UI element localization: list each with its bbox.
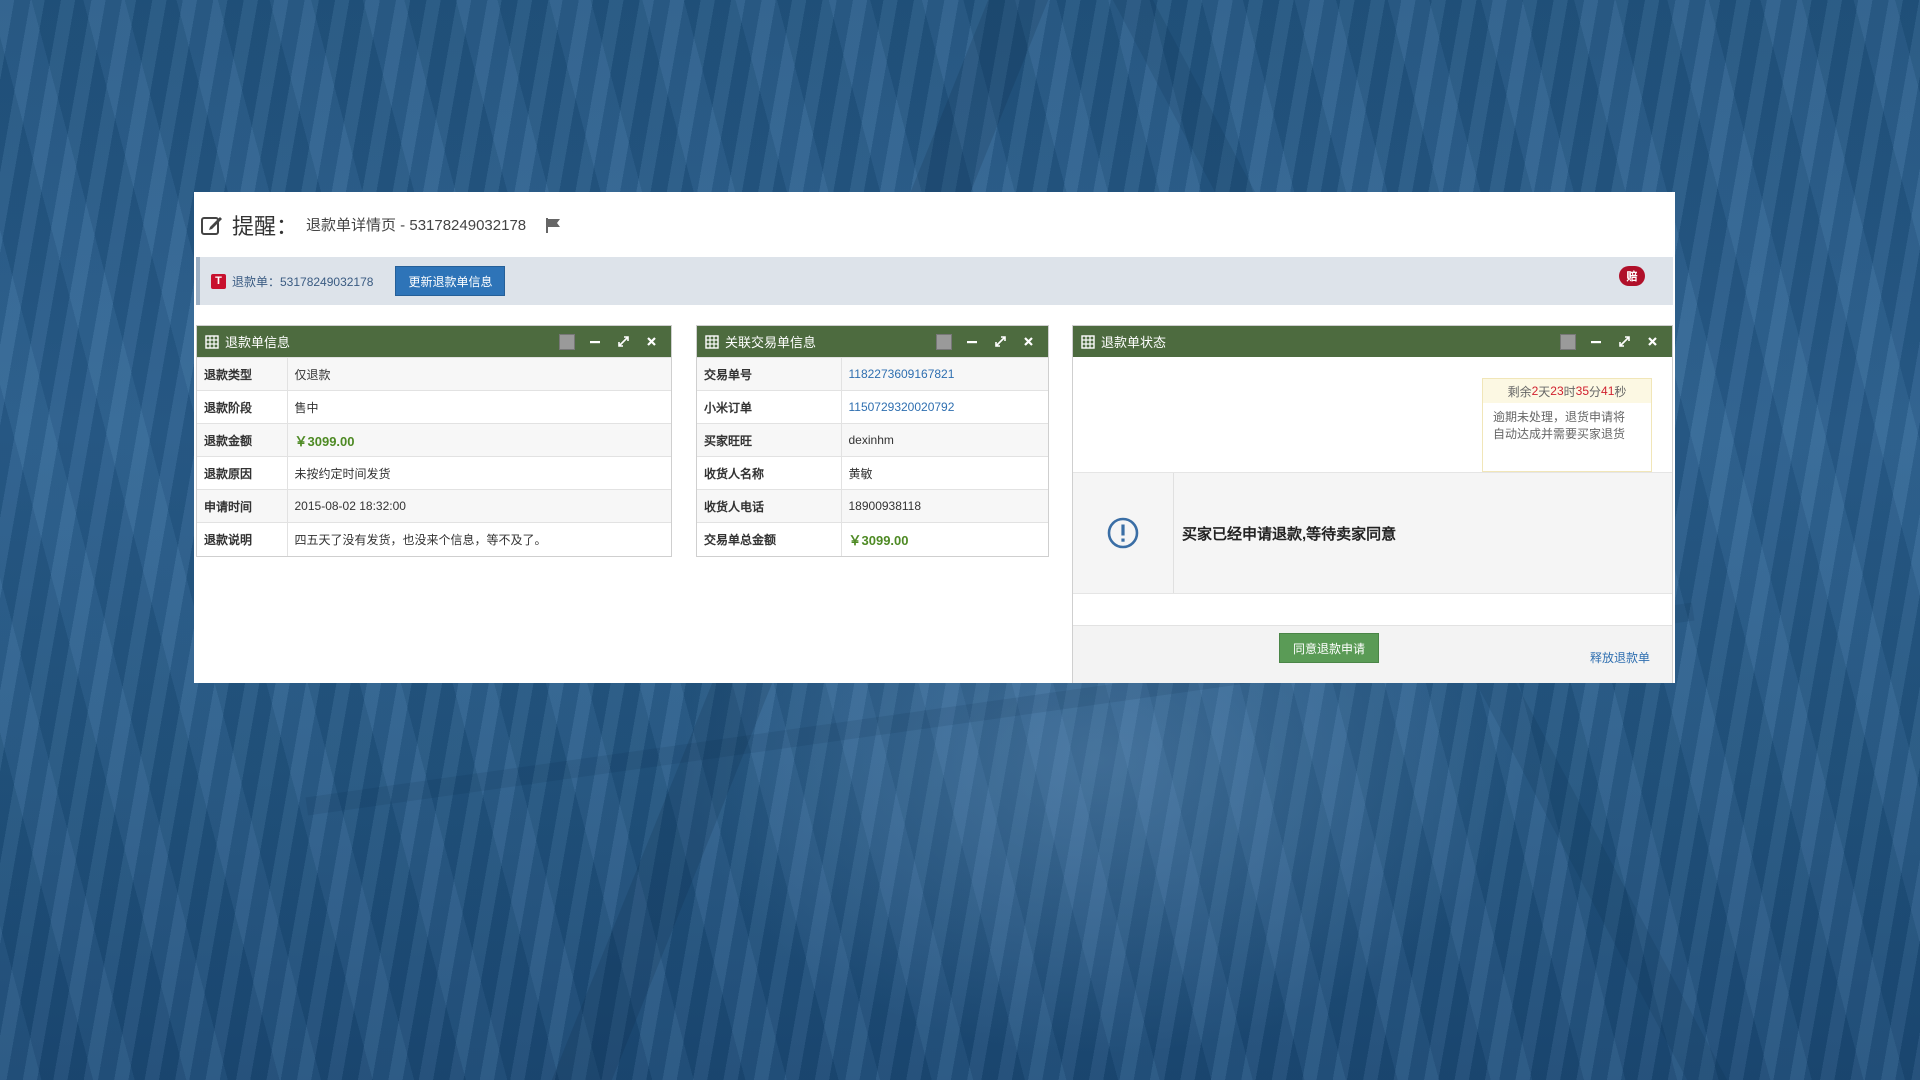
row-value: 2015-08-02 18:32:00 [287,489,671,523]
refund-info-table: 退款类型 仅退款 退款阶段 售中 退款金额 ￥3099.00 退款原因 未按约定时间发货… [197,357,671,556]
row-value: dexinhm [841,423,1048,457]
close-icon[interactable] [1014,326,1042,357]
row-label: 小米订单 [697,390,842,424]
row-label: 交易单号 [697,357,842,391]
table-icon [1081,334,1095,349]
panel-title: 关联交易单信息 [725,335,817,350]
expand-icon[interactable] [609,326,637,357]
refund-amount: ￥3099.00 [294,433,355,449]
panel-header: 关联交易单信息 [697,326,1048,357]
table-row: 退款阶段 售中 [197,390,671,424]
color-picker-button[interactable] [930,326,958,357]
xiaomi-order-link[interactable]: 1150729320020792 [849,400,955,414]
panel-header: 退款单信息 [197,326,671,357]
table-row: 小米订单 1150729320020792 [697,390,1048,424]
agree-refund-button[interactable]: 同意退款申请 [1279,633,1379,663]
row-label: 退款类型 [197,357,288,391]
table-row: 退款类型 仅退款 [197,357,671,391]
row-label: 退款说明 [197,522,288,556]
color-picker-button[interactable] [1554,326,1582,357]
trade-info-panel: 关联交易单信息 交易单号 1182273609167821 小米订单 1150729… [696,325,1049,557]
expand-icon[interactable] [986,326,1014,357]
row-label: 买家旺旺 [697,423,842,457]
row-label: 退款阶段 [197,390,288,424]
collapse-icon[interactable] [1582,326,1610,357]
table-row: 收货人名称 黄敏 [697,456,1048,490]
table-row: 收货人电话 18900938118 [697,489,1048,523]
trade-number-link[interactable]: 1182273609167821 [849,367,955,381]
exclamation-circle-icon [1107,517,1139,549]
table-row: 买家旺旺 dexinhm [697,423,1048,457]
row-label: 交易单总金额 [697,522,842,556]
status-icon-cell [1073,473,1174,593]
status-body: 剩余 2 天 23 时 35 分 41 秒 逾期未处理，退货申请将 自动达成并需… [1073,357,1672,683]
flag-icon[interactable] [544,216,562,234]
collapse-icon[interactable] [958,326,986,357]
countdown-box: 剩余 2 天 23 时 35 分 41 秒 逾期未处理，退货申请将 自动达成并需… [1482,378,1652,472]
close-icon[interactable] [637,326,665,357]
close-icon[interactable] [1638,326,1666,357]
row-label: 退款金额 [197,423,288,457]
release-refund-link[interactable]: 释放退款单 [1590,649,1650,666]
page-header: 提醒： 退款单详情页 - 53178249032178 [194,192,1675,257]
countdown-hours-unit: 时 [1563,384,1576,399]
taobao-badge: T [211,273,226,289]
countdown-seconds: 41 [1601,384,1615,398]
compensation-badge: 赔 [1619,266,1645,286]
row-value: 18900938118 [841,489,1048,523]
edit-icon [201,216,222,235]
countdown-prefix: 剩余 [1507,384,1532,399]
countdown-minutes: 35 [1575,384,1590,398]
panel-header: 退款单状态 [1073,326,1672,357]
row-label: 申请时间 [197,489,288,523]
countdown-days: 2 [1531,384,1539,398]
refund-detail-window: 提醒： 退款单详情页 - 53178249032178 T 退款单：531782… [194,192,1675,683]
row-value: 未按约定时间发货 [287,456,671,490]
row-value: 仅退款 [287,357,671,391]
row-label: 收货人电话 [697,489,842,523]
status-text: 买家已经申请退款,等待卖家同意 [1182,525,1397,543]
collapse-icon[interactable] [581,326,609,357]
countdown-message-line: 自动达成并需要买家退货 [1493,427,1626,441]
panel-title: 退款单状态 [1101,335,1167,350]
row-value: 四五天了没有发货，也没来个信息，等不及了。 [287,522,671,556]
action-area: 同意退款申请 释放退款单 [1073,625,1672,683]
table-row: 退款说明 四五天了没有发货，也没来个信息，等不及了。 [197,522,671,556]
trade-info-table: 交易单号 1182273609167821 小米订单 115072932002079… [697,357,1048,556]
countdown-days-unit: 天 [1538,384,1551,399]
refund-status-panel: 退款单状态 剩余 2 天 23 时 35 分 41 秒 逾期未处理，退货申请将 … [1072,325,1673,683]
page-subtitle: 退款单详情页 - 53178249032178 [306,217,527,234]
panel-tools [930,326,1042,357]
refund-info-bar: T 退款单：53178249032178 更新退款单信息 赔 [196,257,1673,305]
color-picker-button[interactable] [553,326,581,357]
row-label: 收货人名称 [697,456,842,490]
panel-title: 退款单信息 [225,335,291,350]
countdown-message-line: 逾期未处理，退货申请将 [1493,410,1626,424]
countdown-timer: 剩余 2 天 23 时 35 分 41 秒 [1483,379,1651,403]
table-icon [705,334,719,349]
table-row: 交易单总金额 ￥3099.00 [697,522,1048,556]
countdown-message: 逾期未处理，退货申请将 自动达成并需要买家退货 [1483,403,1651,443]
table-icon [205,334,219,349]
countdown-hours: 23 [1550,384,1564,398]
expand-icon[interactable] [1610,326,1638,357]
panel-tools [1554,326,1666,357]
countdown-seconds-unit: 秒 [1614,384,1627,399]
row-value: 黄敏 [841,456,1048,490]
table-row: 交易单号 1182273609167821 [697,357,1048,391]
table-row: 申请时间 2015-08-02 18:32:00 [197,489,671,523]
page-title: 提醒： [232,213,299,239]
panel-tools [553,326,665,357]
status-row: 买家已经申请退款,等待卖家同意 [1073,472,1672,594]
table-row: 退款原因 未按约定时间发货 [197,456,671,490]
row-label: 退款原因 [197,456,288,490]
table-row: 退款金额 ￥3099.00 [197,423,671,457]
refund-info-panel: 退款单信息 退款类型 仅退款 退款阶段 售中 退款金额 ￥3099.00 退款原因 未按… [196,325,672,557]
trade-total-amount: ￥3099.00 [848,532,909,548]
row-value: 售中 [287,390,671,424]
refund-number: 退款单：53178249032178 [232,274,374,289]
update-refund-button[interactable]: 更新退款单信息 [395,266,506,296]
countdown-minutes-unit: 分 [1589,384,1602,399]
